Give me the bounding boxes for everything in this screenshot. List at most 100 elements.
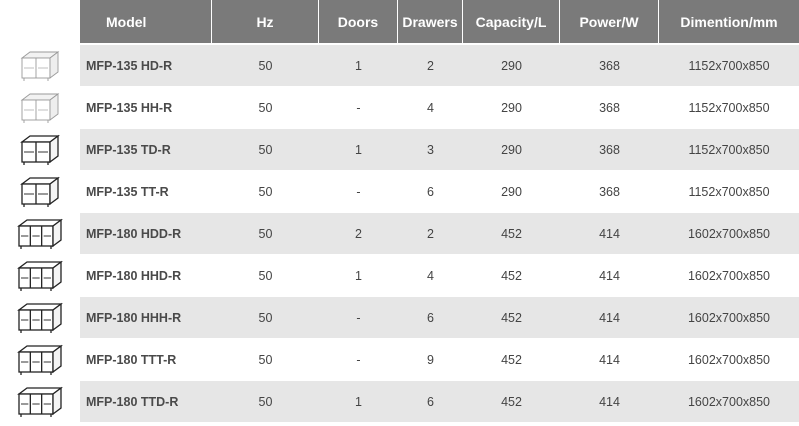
three-section-counter-icon xyxy=(17,386,63,417)
cell-hz: 50 xyxy=(212,87,319,129)
product-thumbnail xyxy=(0,339,80,381)
cell-capacity: 452 xyxy=(463,213,560,255)
cell-power: 368 xyxy=(560,45,659,87)
product-thumbnail xyxy=(0,87,80,129)
cell-dimension: 1602x700x850 xyxy=(659,213,799,255)
product-thumbnail xyxy=(0,171,80,213)
cell-hz: 50 xyxy=(212,255,319,297)
cell-drawers: 2 xyxy=(398,45,463,87)
cell-capacity: 290 xyxy=(463,129,560,171)
three-section-counter-icon xyxy=(17,302,63,333)
cell-model: MFP-180 TTT-R xyxy=(80,339,212,381)
header-row: Model Hz Doors Drawers Capacity/L Power/… xyxy=(0,0,799,45)
header-doors: Doors xyxy=(319,0,398,45)
cell-model: MFP-135 HD-R xyxy=(80,45,212,87)
cell-dimension: 1152x700x850 xyxy=(659,129,799,171)
cell-capacity: 452 xyxy=(463,255,560,297)
table-row: MFP-180 HHD-R 50 1 4 452 414 1602x700x850 xyxy=(0,255,799,297)
product-thumbnail xyxy=(0,129,80,171)
cell-drawers: 3 xyxy=(398,129,463,171)
product-thumbnail xyxy=(0,381,80,423)
cell-model: MFP-180 HDD-R xyxy=(80,213,212,255)
cell-capacity: 452 xyxy=(463,381,560,423)
table-row: MFP-135 HD-R 50 1 2 290 368 1152x700x850 xyxy=(0,45,799,87)
header-capacity: Capacity/L xyxy=(463,0,560,45)
cell-model: MFP-180 TTD-R xyxy=(80,381,212,423)
header-image-cell xyxy=(0,0,80,45)
cell-dimension: 1602x700x850 xyxy=(659,297,799,339)
table-row: MFP-135 HH-R 50-4 290 368 1152x700x850 xyxy=(0,87,799,129)
cell-doors: - xyxy=(319,297,398,339)
header-hz: Hz xyxy=(212,0,319,45)
cell-dimension: 1152x700x850 xyxy=(659,171,799,213)
product-thumbnail xyxy=(0,297,80,339)
cell-doors: 1 xyxy=(319,381,398,423)
table-row: MFP-135 TT-R 50-6 290 368 1152x700x850 xyxy=(0,171,799,213)
cell-doors: - xyxy=(319,339,398,381)
cell-power: 414 xyxy=(560,213,659,255)
two-section-counter-icon xyxy=(20,176,60,207)
cell-power: 368 xyxy=(560,171,659,213)
cell-model: MFP-135 HH-R xyxy=(80,87,212,129)
table-row: MFP-180 TTT-R 50-9 452 414 1602x700x850 xyxy=(0,339,799,381)
product-thumbnail xyxy=(0,45,80,87)
cell-power: 368 xyxy=(560,87,659,129)
cell-drawers: 2 xyxy=(398,213,463,255)
cell-model: MFP-135 TT-R xyxy=(80,171,212,213)
table-row: MFP-180 HHH-R 50-6 452 414 1602x700x850 xyxy=(0,297,799,339)
cell-model: MFP-180 HHD-R xyxy=(80,255,212,297)
cell-hz: 50 xyxy=(212,129,319,171)
cell-power: 414 xyxy=(560,339,659,381)
cell-dimension: 1152x700x850 xyxy=(659,87,799,129)
cell-doors: 1 xyxy=(319,129,398,171)
cell-doors: - xyxy=(319,87,398,129)
table-row: MFP-135 TD-R 50 1 3 290 368 1152x700x850 xyxy=(0,129,799,171)
cell-capacity: 290 xyxy=(463,171,560,213)
cell-drawers: 6 xyxy=(398,381,463,423)
cell-hz: 50 xyxy=(212,381,319,423)
cell-hz: 50 xyxy=(212,171,319,213)
cell-hz: 50 xyxy=(212,297,319,339)
cell-hz: 50 xyxy=(212,339,319,381)
cell-drawers: 6 xyxy=(398,297,463,339)
cell-power: 414 xyxy=(560,297,659,339)
cell-dimension: 1602x700x850 xyxy=(659,255,799,297)
cell-dimension: 1152x700x850 xyxy=(659,45,799,87)
two-section-counter-light-icon xyxy=(20,92,60,123)
cell-drawers: 6 xyxy=(398,171,463,213)
product-thumbnail xyxy=(0,213,80,255)
cell-drawers: 4 xyxy=(398,255,463,297)
cell-dimension: 1602x700x850 xyxy=(659,381,799,423)
spec-table: Model Hz Doors Drawers Capacity/L Power/… xyxy=(0,0,799,423)
cell-model: MFP-135 TD-R xyxy=(80,129,212,171)
cell-hz: 50 xyxy=(212,45,319,87)
cell-power: 414 xyxy=(560,381,659,423)
cell-hz: 50 xyxy=(212,213,319,255)
two-section-counter-icon xyxy=(20,134,60,165)
cell-power: 368 xyxy=(560,129,659,171)
three-section-counter-icon xyxy=(17,260,63,291)
two-section-counter-light-icon xyxy=(20,50,60,81)
table-row: MFP-180 TTD-R 50 1 6 452 414 1602x700x850 xyxy=(0,381,799,423)
cell-capacity: 452 xyxy=(463,297,560,339)
three-section-counter-icon xyxy=(17,344,63,375)
product-thumbnail xyxy=(0,255,80,297)
cell-capacity: 452 xyxy=(463,339,560,381)
table-row: MFP-180 HDD-R 50 2 2 452 414 1602x700x850 xyxy=(0,213,799,255)
cell-doors: 2 xyxy=(319,213,398,255)
header-power: Power/W xyxy=(560,0,659,45)
cell-drawers: 4 xyxy=(398,87,463,129)
cell-model: MFP-180 HHH-R xyxy=(80,297,212,339)
cell-power: 414 xyxy=(560,255,659,297)
header-model: Model xyxy=(80,0,212,45)
cell-drawers: 9 xyxy=(398,339,463,381)
three-section-counter-icon xyxy=(17,218,63,249)
header-drawers: Drawers xyxy=(398,0,463,45)
header-dimension: Dimention/mm xyxy=(659,0,799,45)
cell-capacity: 290 xyxy=(463,87,560,129)
cell-doors: 1 xyxy=(319,45,398,87)
cell-doors: - xyxy=(319,171,398,213)
cell-doors: 1 xyxy=(319,255,398,297)
cell-capacity: 290 xyxy=(463,45,560,87)
cell-dimension: 1602x700x850 xyxy=(659,339,799,381)
